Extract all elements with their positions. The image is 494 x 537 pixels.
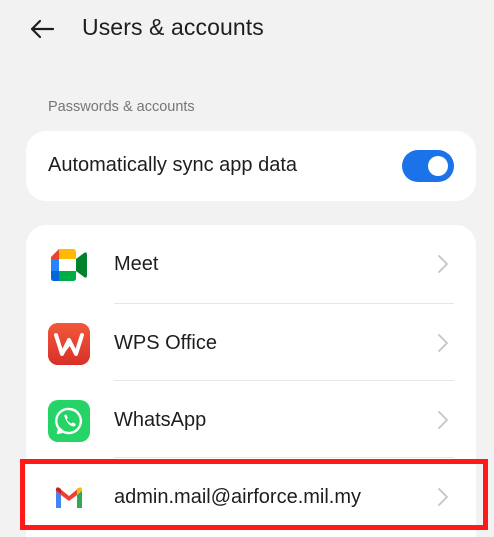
chevron-right-icon	[438, 411, 448, 429]
account-row-wps-office[interactable]: WPS Office	[26, 304, 476, 380]
account-row-gmail[interactable]: admin.mail@airforce.mil.my	[26, 458, 476, 534]
whatsapp-icon	[48, 400, 90, 442]
accounts-list: Meet WPS Office WhatsApp admin.mail@airf…	[26, 225, 476, 537]
chevron-right-icon	[438, 334, 448, 352]
toggle-knob	[428, 156, 448, 176]
account-label: Meet	[114, 253, 159, 275]
gmail-icon	[56, 487, 82, 508]
app-bar: Users & accounts	[0, 0, 494, 58]
wps-office-icon	[48, 323, 90, 365]
back-arrow-icon	[30, 19, 55, 39]
section-header-passwords-accounts: Passwords & accounts	[48, 99, 195, 115]
page-title: Users & accounts	[82, 14, 264, 40]
back-button[interactable]	[22, 12, 62, 46]
auto-sync-toggle[interactable]	[402, 150, 454, 182]
users-accounts-screen: Users & accounts Passwords & accounts Au…	[0, 0, 494, 537]
account-label: WPS Office	[114, 332, 217, 354]
account-label: WhatsApp	[114, 409, 207, 431]
account-label: admin.mail@airforce.mil.my	[114, 486, 362, 508]
chevron-right-icon	[438, 255, 448, 273]
chevron-right-icon	[438, 488, 448, 506]
google-meet-icon	[51, 249, 87, 281]
auto-sync-card: Automatically sync app data	[26, 131, 476, 201]
account-row-meet[interactable]: Meet	[26, 225, 476, 301]
account-row-whatsapp[interactable]: WhatsApp	[26, 381, 476, 457]
auto-sync-label: Automatically sync app data	[48, 154, 298, 176]
